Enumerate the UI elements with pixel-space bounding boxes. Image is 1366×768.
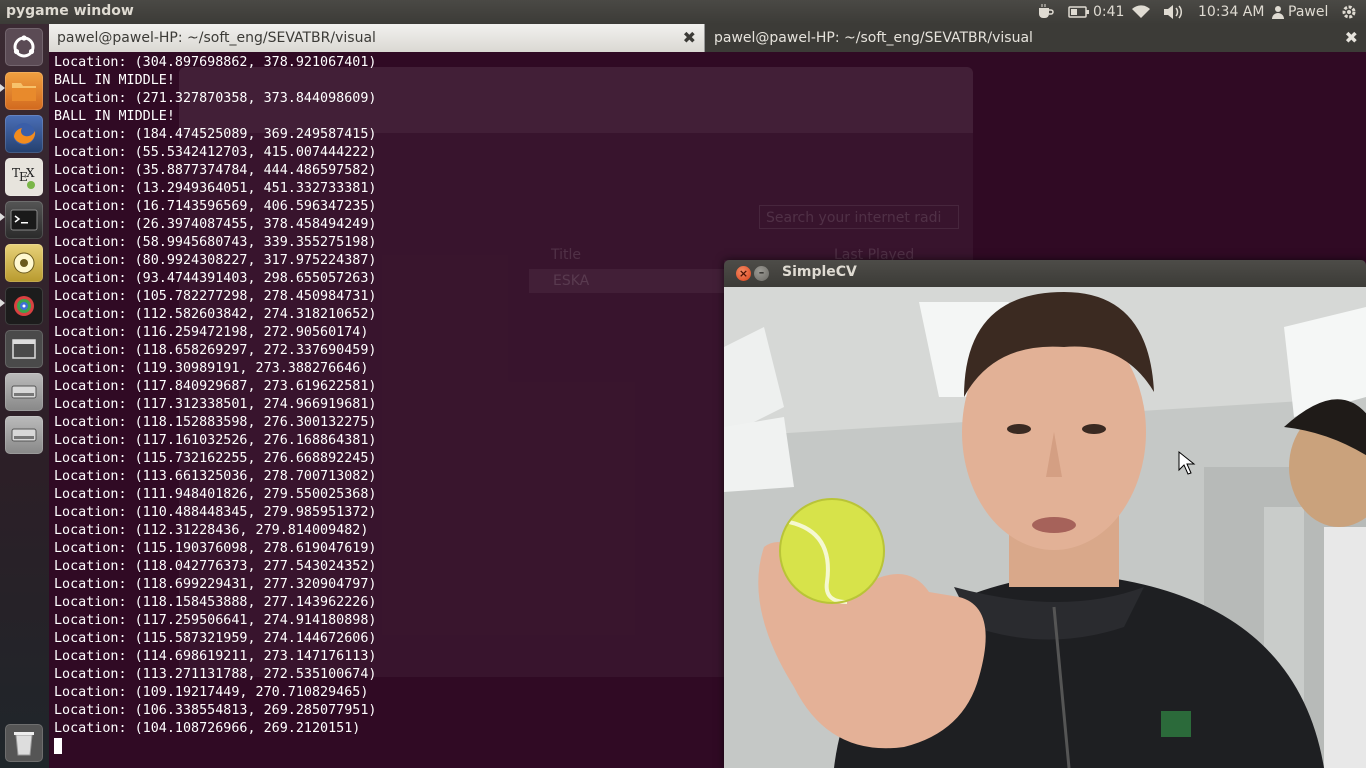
close-icon[interactable]: × bbox=[736, 266, 751, 281]
terminal-line: Location: (117.259506641, 274.914180898) bbox=[54, 613, 377, 628]
terminal-line: Location: (115.190376098, 278.619047619) bbox=[54, 541, 377, 556]
active-app-title: pygame window bbox=[6, 3, 134, 19]
simplecv-title: SimpleCV bbox=[782, 264, 857, 280]
terminal-line: BALL IN MIDDLE! bbox=[54, 109, 175, 124]
wifi-icon[interactable] bbox=[1131, 0, 1151, 24]
terminal-line: Location: (117.312338501, 274.966919681) bbox=[54, 397, 377, 412]
files-icon[interactable] bbox=[5, 72, 43, 110]
terminal-line: Location: (116.259472198, 272.90560174) bbox=[54, 325, 369, 340]
terminal-line: Location: (115.587321959, 274.144672606) bbox=[54, 631, 377, 646]
terminal-line: Location: (117.161032526, 276.168864381) bbox=[54, 433, 377, 448]
terminal-line: Location: (114.698619211, 273.147176113) bbox=[54, 649, 377, 664]
disk-drive-icon[interactable] bbox=[5, 373, 43, 411]
text-cursor bbox=[54, 738, 62, 754]
terminal-line: Location: (119.30989191, 273.388276646) bbox=[54, 361, 369, 376]
terminal-line: Location: (110.488448345, 279.985951372) bbox=[54, 505, 377, 520]
terminal-line: Location: (109.19217449, 270.710829465) bbox=[54, 685, 369, 700]
camera-feed[interactable] bbox=[724, 287, 1366, 768]
simplecv-titlebar[interactable]: × – SimpleCV bbox=[724, 260, 1366, 287]
terminal-line: Location: (16.7143596569, 406.596347235) bbox=[54, 199, 377, 214]
launcher: TEX bbox=[0, 24, 50, 768]
terminal-line: Location: (304.897698862, 378.921067401) bbox=[54, 55, 377, 70]
terminal-line: Location: (106.338554813, 269.285077951) bbox=[54, 703, 377, 718]
minimize-icon[interactable]: – bbox=[754, 266, 769, 281]
tab-label: pawel@pawel-HP: ~/soft_eng/SEVATBR/visua… bbox=[57, 30, 376, 46]
tab-label: pawel@pawel-HP: ~/soft_eng/SEVATBR/visua… bbox=[714, 30, 1033, 46]
svg-text:X: X bbox=[26, 166, 35, 180]
terminal-line: Location: (112.31228436, 279.814009482) bbox=[54, 523, 369, 538]
volume-icon[interactable] bbox=[1162, 0, 1184, 24]
user-name[interactable]: Pawel bbox=[1288, 0, 1328, 24]
terminal-line: Location: (184.474525089, 369.249587415) bbox=[54, 127, 377, 142]
terminal-line: Location: (118.152883598, 276.300132275) bbox=[54, 415, 377, 430]
terminal-line: Location: (118.042776373, 277.543024352) bbox=[54, 559, 377, 574]
terminal-line: Location: (13.2949364051, 451.332733381) bbox=[54, 181, 377, 196]
firefox-icon[interactable] bbox=[5, 115, 43, 153]
terminal-output: Location: (304.897698862, 378.921067401)… bbox=[54, 54, 376, 757]
terminal-line: Location: (112.582603842, 274.318210652) bbox=[54, 307, 377, 322]
terminal-line: Location: (271.327870358, 373.844098609) bbox=[54, 91, 377, 106]
terminal-line: Location: (26.3974087455, 378.458494249) bbox=[54, 217, 377, 232]
disk-drive-2-icon[interactable] bbox=[5, 416, 43, 454]
dash-home-icon[interactable] bbox=[5, 28, 43, 66]
terminal-line: Location: (104.108726966, 269.2120151) bbox=[54, 721, 361, 736]
terminal-icon[interactable] bbox=[5, 201, 43, 239]
terminal-tab-2[interactable]: pawel@pawel-HP: ~/soft_eng/SEVATBR/visua… bbox=[706, 24, 1366, 52]
terminal-line: BALL IN MIDDLE! bbox=[54, 73, 175, 88]
terminal-line: Location: (113.271131788, 272.535100674) bbox=[54, 667, 377, 682]
battery-time[interactable]: 0:41 bbox=[1093, 0, 1124, 24]
terminal-tab-1[interactable]: pawel@pawel-HP: ~/soft_eng/SEVATBR/visua… bbox=[49, 24, 705, 52]
coffee-cup-icon[interactable] bbox=[1036, 0, 1054, 24]
close-icon[interactable]: ✖ bbox=[1345, 24, 1358, 52]
top-panel: pygame window 0:41 10:34 AM Pawel bbox=[0, 0, 1366, 24]
terminal-line: Location: (117.840929687, 273.619622581) bbox=[54, 379, 377, 394]
battery-icon[interactable] bbox=[1068, 0, 1090, 24]
texmaker-icon[interactable]: TEX bbox=[5, 158, 43, 196]
terminal-line: Location: (105.782277298, 278.450984731) bbox=[54, 289, 377, 304]
terminal-line: Location: (35.8877374784, 444.486597582) bbox=[54, 163, 377, 178]
terminal-line: Location: (58.9945680743, 339.355275198) bbox=[54, 235, 377, 250]
terminal-line: Location: (118.658269297, 272.337690459) bbox=[54, 343, 377, 358]
simplecv-window[interactable]: × – SimpleCV bbox=[724, 260, 1366, 768]
camera-frame bbox=[724, 287, 1366, 768]
terminal-line: Location: (111.948401826, 279.550025368) bbox=[54, 487, 377, 502]
close-icon[interactable]: ✖ bbox=[683, 24, 696, 52]
terminal-tab-bar: pawel@pawel-HP: ~/soft_eng/SEVATBR/visua… bbox=[49, 24, 1366, 52]
ghost-col-title: Title bbox=[551, 247, 582, 263]
user-icon[interactable] bbox=[1271, 0, 1285, 24]
simplecv-app-icon[interactable] bbox=[5, 287, 43, 325]
ghost-search: Search your internet radi bbox=[759, 205, 959, 229]
terminal-line: Location: (118.158453888, 277.143962226) bbox=[54, 595, 377, 610]
rhythmbox-icon[interactable] bbox=[5, 244, 43, 282]
trash-icon[interactable] bbox=[5, 724, 43, 762]
terminal-line: Location: (93.4744391403, 298.655057263) bbox=[54, 271, 377, 286]
gear-icon[interactable] bbox=[1340, 0, 1358, 24]
terminal-line: Location: (113.661325036, 278.700713082) bbox=[54, 469, 377, 484]
terminal-line: Location: (118.699229431, 277.320904797) bbox=[54, 577, 377, 592]
clock[interactable]: 10:34 AM bbox=[1198, 0, 1264, 24]
terminal-line: Location: (115.732162255, 276.668892245) bbox=[54, 451, 377, 466]
terminal-line: Location: (80.9924308227, 317.975224387) bbox=[54, 253, 377, 268]
terminal-line: Location: (55.5342412703, 415.007444222) bbox=[54, 145, 377, 160]
workspace-switcher-icon[interactable] bbox=[5, 330, 43, 368]
